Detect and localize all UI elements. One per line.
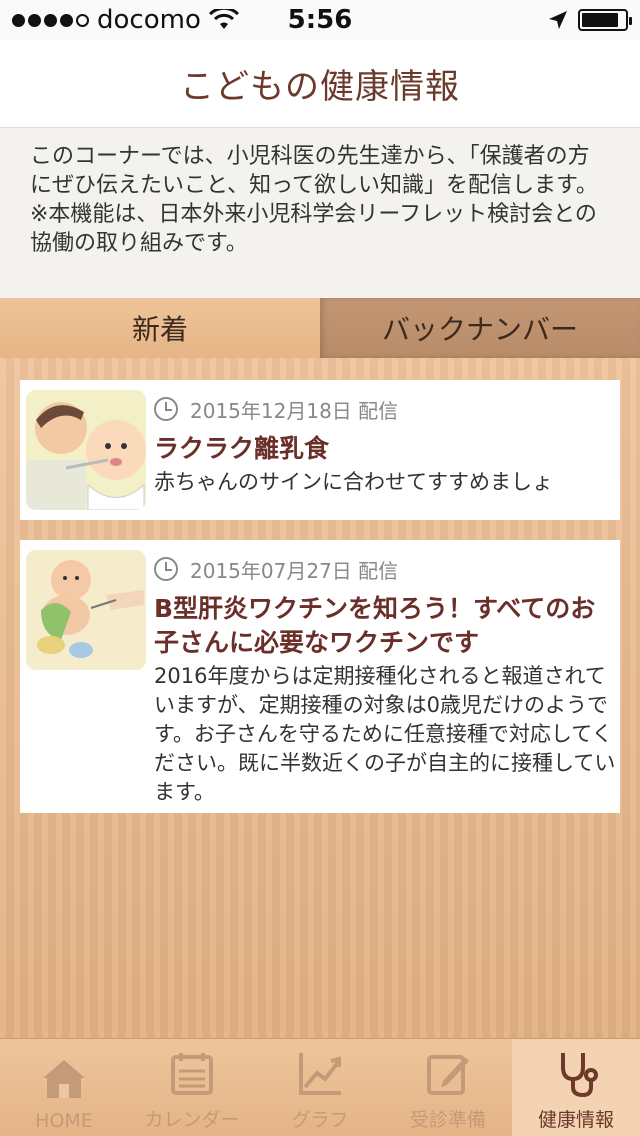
battery-icon (578, 9, 632, 31)
edit-icon (427, 1055, 469, 1095)
article-thumbnail-vaccine (26, 550, 146, 670)
status-bar: docomo 5:56 (0, 0, 640, 40)
tabbar-item-health-info[interactable]: 健康情報 (512, 1039, 640, 1136)
location-arrow-icon (549, 11, 567, 29)
segment-tabs: 新着 バックナンバー (0, 298, 640, 358)
tabbar-label: 健康情報 (537, 1109, 614, 1131)
stethoscope-icon (561, 1053, 598, 1098)
article-date: 2015年07月27日 配信 (190, 558, 399, 583)
home-icon (43, 1060, 85, 1098)
article-title: B型肝炎ワクチンを知ろう！すべてのお子さんに必要なワクチンです (154, 594, 596, 657)
intro-note: ※本機能は、日本外来小児科学会リーフレット検討会との協働の取り組みです。 (30, 202, 597, 256)
tab-back-numbers[interactable]: バックナンバー (320, 298, 640, 358)
tabbar-label: HOME (35, 1110, 93, 1132)
intro-panel: このコーナーでは、小児科医の先生達から、「保護者の方にぜひ伝えたいこと、知って欲… (0, 128, 640, 298)
tabbar-label: 受診準備 (409, 1109, 486, 1131)
wifi-icon (208, 9, 239, 29)
article-title: ラクラク離乳食 (154, 434, 330, 463)
clock-icon (154, 557, 178, 581)
intro-description: このコーナーでは、小児科医の先生達から、「保護者の方にぜひ伝えたいこと、知って欲… (30, 144, 598, 198)
tabbar-item-visit-prep[interactable]: 受診準備 (384, 1039, 512, 1136)
clock-icon (154, 397, 178, 421)
article-card[interactable]: 2015年12月18日 配信 ラクラク離乳食 赤ちゃんのサインに合わせてすすめま… (20, 380, 620, 520)
bottom-tab-bar: HOME カレンダー グラフ 受診準備 健康情報 (0, 1038, 640, 1136)
signal-icon (12, 13, 89, 27)
article-list: 2015年12月18日 配信 ラクラク離乳食 赤ちゃんのサインに合わせてすすめま… (0, 358, 640, 1038)
tabbar-item-calendar[interactable]: カレンダー (128, 1039, 256, 1136)
graph-icon (299, 1053, 341, 1095)
article-summary: 赤ちゃんのサインに合わせてすすめましょ (154, 470, 553, 494)
tabbar-label: カレンダー (144, 1109, 240, 1131)
article-thumbnail-feeding (26, 390, 146, 510)
carrier-name: docomo (97, 5, 201, 35)
page-title: こどもの健康情報 (180, 67, 460, 107)
article-date: 2015年12月18日 配信 (190, 398, 399, 423)
article-card[interactable]: 2015年07月27日 配信 B型肝炎ワクチンを知ろう！すべてのお子さんに必要な… (20, 540, 620, 813)
tab-new[interactable]: 新着 (0, 298, 320, 358)
tabbar-label: グラフ (291, 1109, 349, 1131)
tabbar-item-home[interactable]: HOME (0, 1039, 128, 1136)
tabbar-item-graph[interactable]: グラフ (256, 1039, 384, 1136)
article-summary: 2016年度からは定期接種化されると報道されていますが、定期接種の対象は0歳児だ… (154, 664, 616, 804)
nav-header: こどもの健康情報 (0, 40, 640, 128)
calendar-icon (171, 1053, 213, 1095)
